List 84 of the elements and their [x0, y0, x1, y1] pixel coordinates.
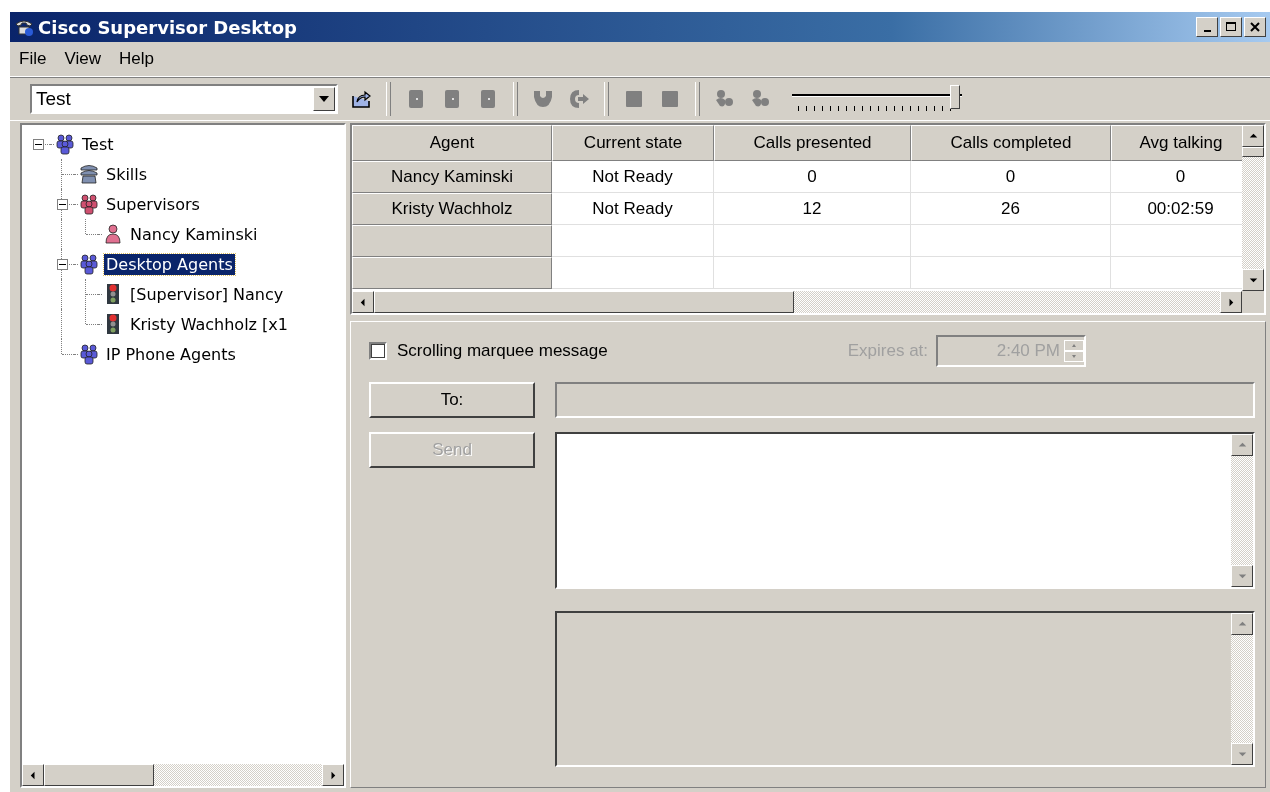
row-header[interactable]: Kristy Wachholz — [352, 193, 552, 225]
scroll-up-button[interactable] — [1231, 612, 1253, 635]
group-icon — [78, 343, 100, 365]
minimize-icon — [1203, 30, 1211, 32]
export-icon — [350, 88, 372, 110]
right-arrow-icon — [1228, 297, 1234, 307]
scroll-down-button[interactable] — [1242, 269, 1264, 291]
row-header[interactable] — [352, 257, 552, 289]
tree-item[interactable]: [Supervisor] Nancy — [128, 283, 286, 305]
collapse-toggle[interactable] — [32, 138, 44, 150]
phone-icon — [14, 17, 34, 37]
scrollbar-thumb[interactable] — [374, 291, 794, 313]
square-icon — [659, 88, 681, 110]
down-arrow-icon — [1237, 572, 1247, 579]
close-icon — [1249, 21, 1261, 33]
collapse-toggle[interactable] — [56, 198, 68, 210]
tree-item[interactable]: Supervisors — [104, 193, 202, 215]
checkbox[interactable] — [369, 342, 387, 360]
scroll-up-button[interactable] — [1231, 434, 1253, 456]
scroll-right-button[interactable] — [1220, 291, 1242, 313]
maximize-icon — [1225, 21, 1237, 33]
minus-icon — [58, 203, 66, 205]
tree-item[interactable]: Test — [80, 133, 116, 155]
menu-item[interactable]: File — [12, 47, 54, 71]
close-button[interactable] — [1244, 17, 1266, 37]
spin-arrows-icon[interactable] — [1064, 340, 1085, 362]
column-header[interactable]: Calls completed — [911, 125, 1111, 161]
tree-item[interactable]: Desktop Agents — [104, 253, 235, 275]
group-icon — [78, 253, 100, 275]
phone-handset-icon — [532, 88, 554, 110]
phone-stack-icon — [78, 163, 100, 185]
column-header[interactable]: Avg talking — [1111, 125, 1242, 161]
column-header[interactable]: Calls presented — [714, 125, 911, 161]
menu-item[interactable]: View — [57, 47, 108, 71]
scroll-left-button[interactable] — [22, 764, 44, 786]
tree-item[interactable]: IP Phone Agents — [104, 343, 238, 365]
minus-icon — [58, 263, 66, 265]
team-dropdown[interactable]: Test — [30, 84, 338, 114]
right-arrow-icon — [330, 770, 336, 780]
column-header[interactable]: Agent — [352, 125, 552, 161]
scroll-down-button[interactable] — [1231, 743, 1253, 765]
scroll-right-button[interactable] — [322, 764, 344, 786]
scrollbar-thumb[interactable] — [1242, 147, 1264, 157]
scroll-left-button[interactable] — [352, 291, 374, 313]
message-input[interactable] — [555, 432, 1255, 589]
tree-item[interactable]: Kristy Wachholz [x1 — [128, 313, 290, 335]
table-cell: 12 — [714, 193, 911, 225]
table-cell: 0 — [714, 161, 911, 193]
down-arrow-icon — [1237, 751, 1247, 757]
recipient-field[interactable] — [555, 382, 1255, 418]
minus-icon — [34, 143, 42, 145]
up-arrow-icon — [1237, 442, 1247, 448]
collapse-toggle[interactable] — [56, 258, 68, 270]
tree-item[interactable]: Nancy Kaminski — [128, 223, 260, 245]
left-arrow-icon — [360, 297, 366, 307]
table-cell: 26 — [911, 193, 1111, 225]
checkbox-label: Scrolling marquee message — [397, 341, 608, 361]
minimize-button[interactable] — [1196, 17, 1218, 37]
to-button[interactable]: To: — [369, 382, 535, 418]
table-cell: Not Ready — [552, 161, 714, 193]
scroll-up-button[interactable] — [1242, 125, 1264, 147]
up-arrow-icon — [1248, 133, 1258, 139]
group-icon — [78, 193, 100, 215]
up-arrow-icon — [1237, 620, 1247, 627]
scroll-down-button[interactable] — [1231, 564, 1253, 587]
caret-icon — [319, 96, 329, 102]
maximize-button[interactable] — [1220, 17, 1242, 37]
window-title: Cisco Supervisor Desktop — [38, 16, 297, 38]
table-cell: Not Ready — [552, 193, 714, 225]
square-icon — [623, 88, 645, 110]
forward-icon — [568, 88, 590, 110]
scrollbar-thumb[interactable] — [44, 764, 154, 786]
table-cell: 0 — [911, 161, 1111, 193]
group-icon — [54, 133, 76, 155]
person-icon — [102, 223, 124, 245]
column-header[interactable]: Current state — [552, 125, 714, 161]
menu-item[interactable]: Help — [111, 47, 161, 71]
row-header[interactable]: Nancy Kaminski — [352, 161, 552, 193]
volume-slider[interactable] — [792, 84, 962, 114]
tree-item[interactable]: Skills — [104, 163, 150, 185]
left-arrow-icon — [30, 770, 36, 780]
down-arrow-icon — [1248, 277, 1258, 283]
row-header[interactable] — [352, 225, 552, 257]
slider-thumb[interactable] — [950, 85, 960, 109]
